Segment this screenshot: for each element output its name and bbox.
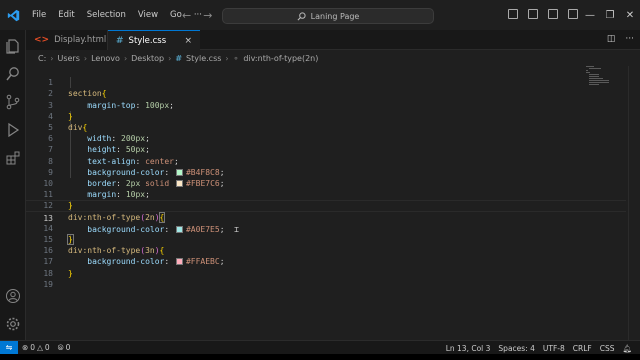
command-center-label: Laning Page <box>310 11 360 21</box>
toggle-panel-icon[interactable] <box>528 9 538 19</box>
error-icon: ⊗ <box>22 343 29 352</box>
code-line: 4 div{ <box>26 100 626 132</box>
code-line: 17 } <box>26 245 626 277</box>
language-mode[interactable]: CSS <box>596 344 619 353</box>
breadcrumb: C: › Users › Lenovo › Desktop › # Style.… <box>26 50 640 66</box>
warning-icon: △ <box>37 343 43 352</box>
status-bar: ⇋ ⊗ 0 △ 0 ⦾ 0 Ln 13, Col 3 Spaces: 4 UTF… <box>0 340 640 355</box>
ports-count: 0 <box>65 343 71 352</box>
explorer-icon[interactable] <box>5 38 21 54</box>
extensions-icon[interactable] <box>5 150 21 166</box>
menu-edit[interactable]: Edit <box>52 10 80 20</box>
source-control-icon[interactable] <box>5 94 21 110</box>
warning-count: 0 <box>44 343 50 352</box>
tab-style-css[interactable]: # Style.css × <box>108 30 200 50</box>
breadcrumb-item[interactable]: Users <box>57 54 79 63</box>
title-bar: File Edit Selection View Go ··· ← → Lani… <box>0 0 640 30</box>
notifications-bell-icon[interactable]: 🔔︎ <box>618 344 636 353</box>
ports-indicator[interactable]: ⦾ 0 <box>54 343 75 353</box>
code-line: 9 border: 2px solid #FBE7C6; <box>26 156 626 188</box>
menu-file[interactable]: File <box>26 10 52 20</box>
search-icon <box>297 11 306 20</box>
code-line: 10 margin: 10px; <box>26 167 626 199</box>
code-line: 15 div:nth-of-type(3n){ <box>26 223 626 255</box>
editor-tabs: <> Display.html # Style.css × ◫ ··· <box>26 30 640 50</box>
settings-gear-icon[interactable] <box>5 316 21 332</box>
account-icon[interactable] <box>5 288 21 304</box>
breadcrumb-item[interactable]: Lenovo <box>91 54 120 63</box>
menu-view[interactable]: View <box>132 10 164 20</box>
tab-display-html[interactable]: <> Display.html <box>26 30 108 50</box>
breadcrumb-item[interactable]: Style.css <box>186 54 221 63</box>
remote-icon[interactable]: ⇋ <box>0 340 18 355</box>
code-line: 14 } <box>26 212 626 245</box>
vscode-window: File Edit Selection View Go ··· ← → Lani… <box>0 0 640 360</box>
search-sidebar-icon[interactable] <box>5 66 21 82</box>
error-count: 0 <box>30 343 36 352</box>
html-file-icon: <> <box>34 35 50 45</box>
more-actions-icon[interactable]: ··· <box>625 34 634 44</box>
cursor-position[interactable]: Ln 13, Col 3 <box>442 344 495 353</box>
code-line: 19 <box>26 268 626 289</box>
code-line: 11 } <box>26 178 626 210</box>
code-line: 6 height: 50px; <box>26 122 626 154</box>
run-debug-icon[interactable] <box>5 122 21 138</box>
chevron-right-icon: › <box>168 53 172 63</box>
chevron-right-icon: › <box>83 53 88 63</box>
code-line: 3 } <box>26 88 626 121</box>
breadcrumb-item[interactable]: Desktop <box>131 54 164 63</box>
close-tab-icon[interactable]: × <box>184 36 192 46</box>
code-line: 16 background-color: #FFAEBC; <box>26 234 626 266</box>
tab-label: Display.html <box>54 35 107 45</box>
css-file-icon: # <box>116 35 124 46</box>
symbol-icon: ⚬ <box>232 53 240 63</box>
command-center-search[interactable]: Laning Page <box>222 8 434 24</box>
minimap[interactable] <box>586 66 626 96</box>
toggle-secondary-sidebar-icon[interactable] <box>548 9 558 19</box>
code-editor[interactable]: 1 section{ 2 margin-top: 100px; 3 } 4 di… <box>26 66 640 340</box>
forward-arrow-icon[interactable]: → <box>203 9 212 22</box>
chevron-right-icon: › <box>225 53 229 63</box>
code-line: 8 background-color: #B4F8C8; <box>26 144 626 177</box>
line-number: 19 <box>43 279 53 289</box>
code-line: 18 <box>26 256 626 278</box>
code-line: 12 div:nth-of-type(2n){ <box>26 189 626 223</box>
letterbox-bar <box>0 354 640 360</box>
vscode-logo-icon[interactable] <box>0 0 26 30</box>
breadcrumb-item[interactable]: C: <box>38 54 46 63</box>
indentation[interactable]: Spaces: 4 <box>494 344 538 353</box>
css-file-icon: # <box>175 53 183 63</box>
customize-layout-icon[interactable] <box>568 9 578 19</box>
problems-indicator[interactable]: ⊗ 0 △ 0 <box>18 343 54 352</box>
maximize-icon[interactable]: ❐ <box>600 0 620 30</box>
code-line-current: 13 background-color: #A0E7E5; ⌶ <box>26 200 626 234</box>
chevron-right-icon: › <box>50 53 54 63</box>
split-editor-icon[interactable]: ◫ <box>607 34 616 44</box>
code-line: 7 text-align: center; <box>26 133 626 165</box>
code-line: 5 width: 200px; <box>26 111 626 143</box>
broadcast-icon: ⦾ <box>57 342 64 352</box>
breadcrumb-item[interactable]: div:nth-of-type(2n) <box>243 54 318 63</box>
menu-selection[interactable]: Selection <box>81 10 132 20</box>
code-line: 2 margin-top: 100px; <box>26 77 626 109</box>
tab-label: Style.css <box>128 35 167 46</box>
activity-bar <box>0 30 26 340</box>
toggle-sidebar-icon[interactable] <box>508 9 518 19</box>
back-arrow-icon[interactable]: ← <box>182 9 191 22</box>
close-window-icon[interactable]: ✕ <box>620 0 640 30</box>
minimize-icon[interactable]: — <box>580 0 600 30</box>
encoding[interactable]: UTF-8 <box>539 344 569 353</box>
code-line: 1 section{ <box>26 66 626 98</box>
end-of-line[interactable]: CRLF <box>569 344 596 353</box>
chevron-right-icon: › <box>123 53 128 63</box>
vertical-scrollbar[interactable] <box>628 66 640 340</box>
